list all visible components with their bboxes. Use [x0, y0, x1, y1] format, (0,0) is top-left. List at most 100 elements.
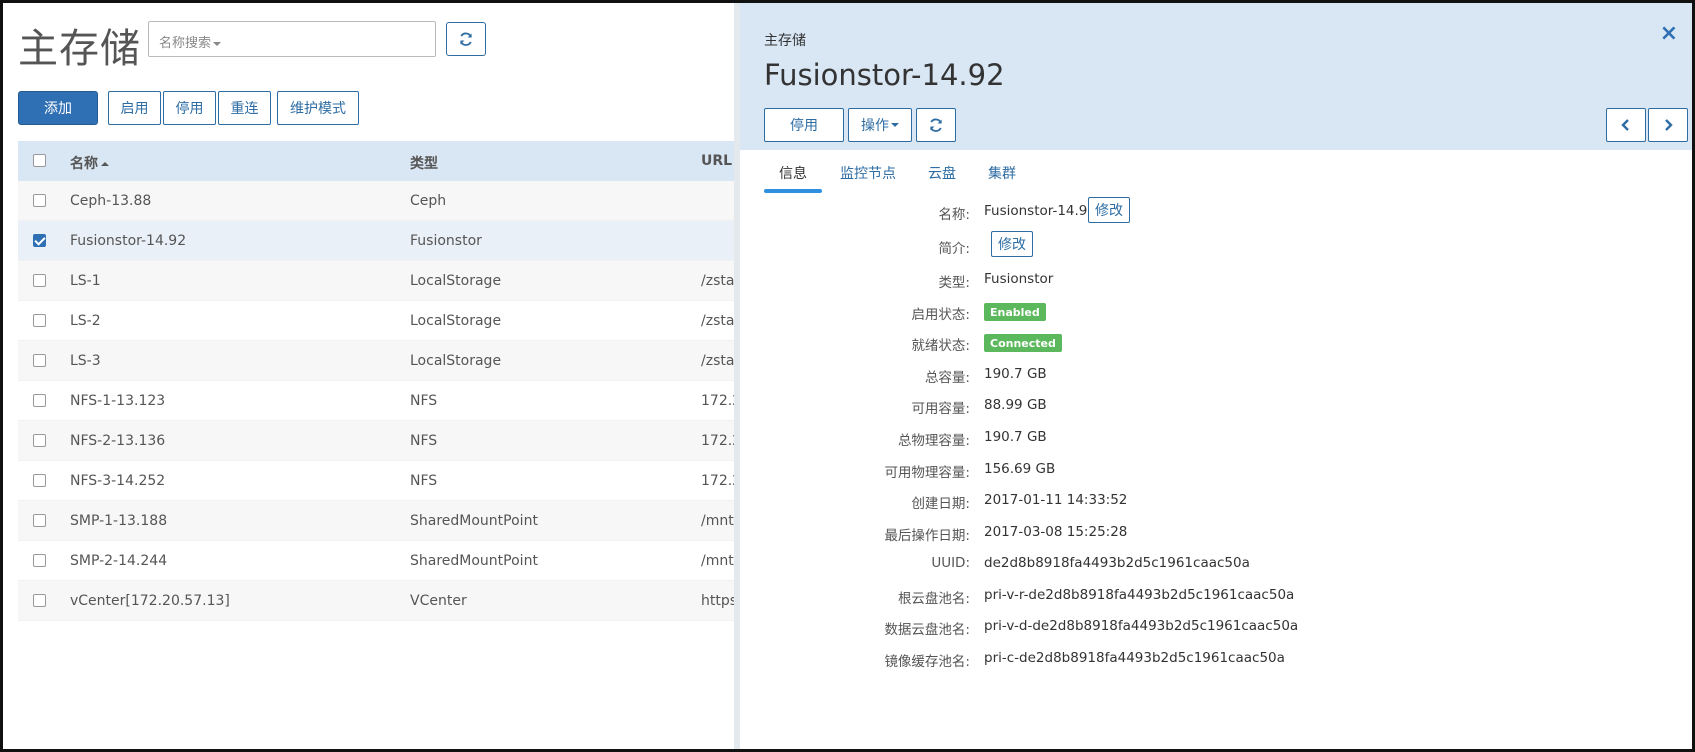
- refresh-icon: [460, 32, 472, 46]
- detail-panel: 主存储 Fusionstor-14.92 × 停用 操作 信息 监控节点 云盘 …: [734, 3, 1692, 749]
- info-label: 创建日期:: [911, 496, 970, 512]
- row-checkbox[interactable]: [33, 194, 46, 207]
- row-name[interactable]: LS-2: [70, 313, 101, 329]
- table-row[interactable]: NFS-2-13.136 NFS 172.2(: [18, 421, 738, 461]
- table-row[interactable]: vCenter[172.20.57.13] VCenter https:/: [18, 581, 738, 621]
- search-input[interactable]: 名称搜索: [148, 21, 436, 57]
- close-icon[interactable]: ×: [1660, 21, 1678, 46]
- row-name[interactable]: SMP-2-14.244: [70, 553, 167, 569]
- table-row[interactable]: LS-1 LocalStorage/zstac: [18, 261, 738, 301]
- row-checkbox[interactable]: [33, 554, 46, 567]
- column-header-name[interactable]: 名称: [70, 153, 109, 173]
- chevron-right-icon: [1665, 119, 1673, 131]
- info-row: 类型: Fusionstor: [740, 271, 1640, 295]
- table-row[interactable]: LS-3 LocalStorage/zstac: [18, 341, 738, 381]
- storage-table: 名称 类型 URL Ceph-13.88 Ceph Fusionstor-14.92…: [18, 141, 738, 621]
- info-row: 名称: Fusionstor-14.92 修改: [740, 197, 1640, 227]
- row-checkbox[interactable]: [33, 274, 46, 287]
- panel-refresh-button[interactable]: [916, 108, 956, 142]
- info-label: 总容量:: [924, 370, 970, 386]
- info-row: 数据云盘池名: pri-v-d-de2d8b8918fa4493b2d5c1961…: [740, 618, 1640, 642]
- row-name[interactable]: LS-1: [70, 273, 101, 289]
- info-value: pri-c-de2d8b8918fa4493b2d5c1961caac50a: [984, 650, 1285, 666]
- tab-monitor-nodes[interactable]: 监控节点: [840, 163, 896, 195]
- actions-dropdown-button[interactable]: 操作: [848, 108, 912, 142]
- disable-button[interactable]: 停用: [163, 91, 216, 125]
- table-row[interactable]: NFS-3-14.252 NFS 172.2(: [18, 461, 738, 501]
- chevron-down-icon: [891, 123, 899, 127]
- next-button[interactable]: [1648, 108, 1688, 142]
- edit-description-button[interactable]: 修改: [991, 231, 1033, 257]
- previous-button[interactable]: [1606, 108, 1646, 142]
- refresh-button[interactable]: [446, 22, 486, 56]
- row-checkbox[interactable]: [33, 314, 46, 327]
- search-field-dropdown[interactable]: 名称搜索: [159, 32, 222, 51]
- info-row: 根云盘池名: pri-v-r-de2d8b8918fa4493b2d5c1961c…: [740, 587, 1640, 611]
- info-row: 总容量: 190.7 GB: [740, 366, 1640, 390]
- column-header-type[interactable]: 类型: [410, 153, 438, 173]
- row-name[interactable]: NFS-3-14.252: [70, 473, 165, 489]
- row-checkbox[interactable]: [33, 434, 46, 447]
- row-name[interactable]: Ceph-13.88: [70, 193, 151, 209]
- row-checkbox[interactable]: [33, 514, 46, 527]
- row-url: /mnt/n: [701, 553, 738, 569]
- row-type: NFS: [410, 433, 438, 449]
- row-type: Ceph: [410, 193, 447, 209]
- select-all-checkbox[interactable]: [33, 154, 46, 167]
- info-label: 最后操作日期:: [884, 528, 970, 544]
- row-name[interactable]: SMP-1-13.188: [70, 513, 167, 529]
- table-header: 名称 类型 URL: [18, 141, 738, 181]
- search-placeholder: 名称搜索: [159, 36, 212, 51]
- table-row[interactable]: SMP-2-14.244 SharedMountPoint/mnt/n: [18, 541, 738, 581]
- row-type: LocalStorage: [410, 273, 502, 289]
- table-row[interactable]: Fusionstor-14.92 Fusionstor: [18, 221, 738, 261]
- info-label: 简介:: [938, 241, 970, 257]
- info-row: 就绪状态: Connected: [740, 334, 1640, 358]
- row-url: /mnt/n: [701, 513, 738, 529]
- enable-button[interactable]: 启用: [108, 91, 161, 125]
- tab-volumes[interactable]: 云盘: [928, 163, 956, 195]
- info-value: pri-v-d-de2d8b8918fa4493b2d5c1961caac50a: [984, 618, 1299, 634]
- panel-disable-button[interactable]: 停用: [764, 108, 844, 142]
- table-row[interactable]: NFS-1-13.123 NFS 172.2(: [18, 381, 738, 421]
- row-checkbox[interactable]: [33, 594, 46, 607]
- row-url: 172.2(: [701, 433, 738, 449]
- edit-name-button[interactable]: 修改: [1088, 197, 1130, 223]
- table-row[interactable]: SMP-1-13.188 SharedMountPoint/mnt/n: [18, 501, 738, 541]
- row-url: 172.2(: [701, 473, 738, 489]
- row-name[interactable]: vCenter[172.20.57.13]: [70, 593, 230, 609]
- reconnect-button[interactable]: 重连: [218, 91, 271, 125]
- row-name[interactable]: NFS-1-13.123: [70, 393, 165, 409]
- row-checkbox[interactable]: [33, 354, 46, 367]
- column-header-url[interactable]: URL: [701, 153, 738, 169]
- chevron-left-icon: [1621, 119, 1629, 131]
- row-checkbox[interactable]: [33, 234, 46, 247]
- refresh-icon: [930, 118, 942, 132]
- info-row: 可用容量: 88.99 GB: [740, 397, 1640, 421]
- table-row[interactable]: Ceph-13.88 Ceph: [18, 181, 738, 221]
- info-value: Fusionstor: [984, 271, 1054, 287]
- table-row[interactable]: LS-2 LocalStorage/zstac: [18, 301, 738, 341]
- row-url: /zstac: [701, 313, 738, 329]
- row-url: /zstac: [701, 273, 738, 289]
- row-checkbox[interactable]: [33, 474, 46, 487]
- row-name[interactable]: Fusionstor-14.92: [70, 233, 186, 249]
- status-badge: Enabled: [984, 303, 1046, 321]
- row-url: https:/: [701, 593, 738, 609]
- add-button[interactable]: 添加: [18, 91, 98, 125]
- maintenance-mode-button[interactable]: 维护模式: [277, 91, 359, 125]
- table-body: Ceph-13.88 Ceph Fusionstor-14.92 Fusionstor…: [18, 181, 738, 621]
- info-value: Fusionstor-14.92: [984, 203, 1096, 219]
- info-label: 类型:: [938, 275, 970, 291]
- info-row: 最后操作日期: 2017-03-08 15:25:28: [740, 524, 1640, 548]
- info-label: 就绪状态:: [911, 338, 970, 354]
- info-row: 总物理容量: 190.7 GB: [740, 429, 1640, 453]
- row-name[interactable]: LS-3: [70, 353, 101, 369]
- row-name[interactable]: NFS-2-13.136: [70, 433, 165, 449]
- info-row: 可用物理容量: 156.69 GB: [740, 461, 1640, 485]
- info-row: 启用状态: Enabled: [740, 303, 1640, 327]
- row-type: NFS: [410, 473, 438, 489]
- row-checkbox[interactable]: [33, 394, 46, 407]
- info-value: de2d8b8918fa4493b2d5c1961caac50a: [984, 555, 1250, 571]
- tab-clusters[interactable]: 集群: [988, 163, 1016, 195]
